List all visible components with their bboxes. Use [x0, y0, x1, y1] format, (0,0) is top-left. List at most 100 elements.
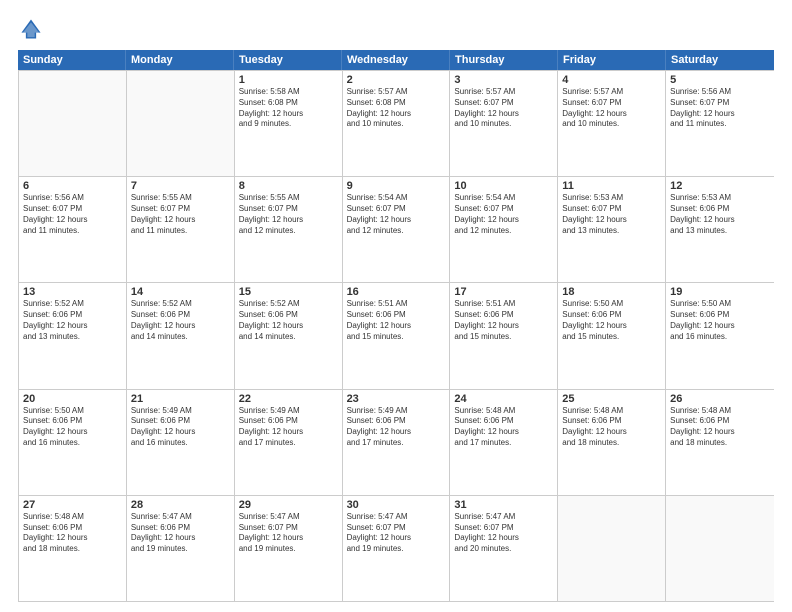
day-info: Sunrise: 5:52 AM Sunset: 6:06 PM Dayligh… — [23, 299, 122, 342]
day-number: 16 — [347, 286, 446, 298]
calendar-header: SundayMondayTuesdayWednesdayThursdayFrid… — [18, 50, 774, 70]
day-number: 7 — [131, 180, 230, 192]
calendar-cell: 22Sunrise: 5:49 AM Sunset: 6:06 PM Dayli… — [235, 390, 343, 495]
day-info: Sunrise: 5:58 AM Sunset: 6:08 PM Dayligh… — [239, 87, 338, 130]
day-info: Sunrise: 5:49 AM Sunset: 6:06 PM Dayligh… — [239, 406, 338, 449]
calendar-cell: 25Sunrise: 5:48 AM Sunset: 6:06 PM Dayli… — [558, 390, 666, 495]
calendar: SundayMondayTuesdayWednesdayThursdayFrid… — [18, 50, 774, 602]
calendar-cell: 9Sunrise: 5:54 AM Sunset: 6:07 PM Daylig… — [343, 177, 451, 282]
calendar-cell: 10Sunrise: 5:54 AM Sunset: 6:07 PM Dayli… — [450, 177, 558, 282]
day-number: 28 — [131, 499, 230, 511]
weekday-header-saturday: Saturday — [666, 50, 774, 70]
logo-text — [18, 18, 42, 40]
day-number: 10 — [454, 180, 553, 192]
day-number: 5 — [670, 74, 770, 86]
calendar-cell: 16Sunrise: 5:51 AM Sunset: 6:06 PM Dayli… — [343, 283, 451, 388]
day-info: Sunrise: 5:50 AM Sunset: 6:06 PM Dayligh… — [23, 406, 122, 449]
day-info: Sunrise: 5:47 AM Sunset: 6:07 PM Dayligh… — [454, 512, 553, 555]
calendar-cell: 8Sunrise: 5:55 AM Sunset: 6:07 PM Daylig… — [235, 177, 343, 282]
calendar-cell — [19, 71, 127, 176]
day-number: 11 — [562, 180, 661, 192]
calendar-row-3: 20Sunrise: 5:50 AM Sunset: 6:06 PM Dayli… — [19, 389, 774, 495]
calendar-cell: 29Sunrise: 5:47 AM Sunset: 6:07 PM Dayli… — [235, 496, 343, 601]
day-info: Sunrise: 5:54 AM Sunset: 6:07 PM Dayligh… — [454, 193, 553, 236]
calendar-cell: 3Sunrise: 5:57 AM Sunset: 6:07 PM Daylig… — [450, 71, 558, 176]
day-info: Sunrise: 5:47 AM Sunset: 6:07 PM Dayligh… — [347, 512, 446, 555]
calendar-cell: 30Sunrise: 5:47 AM Sunset: 6:07 PM Dayli… — [343, 496, 451, 601]
calendar-cell: 28Sunrise: 5:47 AM Sunset: 6:06 PM Dayli… — [127, 496, 235, 601]
day-info: Sunrise: 5:57 AM Sunset: 6:07 PM Dayligh… — [454, 87, 553, 130]
day-info: Sunrise: 5:50 AM Sunset: 6:06 PM Dayligh… — [670, 299, 770, 342]
day-number: 22 — [239, 393, 338, 405]
calendar-row-2: 13Sunrise: 5:52 AM Sunset: 6:06 PM Dayli… — [19, 282, 774, 388]
day-number: 8 — [239, 180, 338, 192]
day-number: 24 — [454, 393, 553, 405]
calendar-cell: 13Sunrise: 5:52 AM Sunset: 6:06 PM Dayli… — [19, 283, 127, 388]
calendar-cell: 23Sunrise: 5:49 AM Sunset: 6:06 PM Dayli… — [343, 390, 451, 495]
day-info: Sunrise: 5:56 AM Sunset: 6:07 PM Dayligh… — [670, 87, 770, 130]
calendar-cell: 11Sunrise: 5:53 AM Sunset: 6:07 PM Dayli… — [558, 177, 666, 282]
day-number: 14 — [131, 286, 230, 298]
day-info: Sunrise: 5:48 AM Sunset: 6:06 PM Dayligh… — [454, 406, 553, 449]
day-number: 4 — [562, 74, 661, 86]
day-info: Sunrise: 5:49 AM Sunset: 6:06 PM Dayligh… — [347, 406, 446, 449]
day-number: 19 — [670, 286, 770, 298]
weekday-header-thursday: Thursday — [450, 50, 558, 70]
day-info: Sunrise: 5:52 AM Sunset: 6:06 PM Dayligh… — [131, 299, 230, 342]
day-info: Sunrise: 5:48 AM Sunset: 6:06 PM Dayligh… — [23, 512, 122, 555]
calendar-cell: 14Sunrise: 5:52 AM Sunset: 6:06 PM Dayli… — [127, 283, 235, 388]
day-info: Sunrise: 5:51 AM Sunset: 6:06 PM Dayligh… — [347, 299, 446, 342]
day-info: Sunrise: 5:54 AM Sunset: 6:07 PM Dayligh… — [347, 193, 446, 236]
day-info: Sunrise: 5:56 AM Sunset: 6:07 PM Dayligh… — [23, 193, 122, 236]
calendar-cell — [127, 71, 235, 176]
weekday-header-friday: Friday — [558, 50, 666, 70]
calendar-cell: 26Sunrise: 5:48 AM Sunset: 6:06 PM Dayli… — [666, 390, 774, 495]
calendar-row-0: 1Sunrise: 5:58 AM Sunset: 6:08 PM Daylig… — [19, 70, 774, 176]
day-number: 3 — [454, 74, 553, 86]
day-info: Sunrise: 5:53 AM Sunset: 6:06 PM Dayligh… — [670, 193, 770, 236]
day-number: 26 — [670, 393, 770, 405]
calendar-cell: 18Sunrise: 5:50 AM Sunset: 6:06 PM Dayli… — [558, 283, 666, 388]
day-info: Sunrise: 5:48 AM Sunset: 6:06 PM Dayligh… — [670, 406, 770, 449]
day-info: Sunrise: 5:49 AM Sunset: 6:06 PM Dayligh… — [131, 406, 230, 449]
day-number: 23 — [347, 393, 446, 405]
calendar-cell: 6Sunrise: 5:56 AM Sunset: 6:07 PM Daylig… — [19, 177, 127, 282]
day-number: 9 — [347, 180, 446, 192]
day-number: 1 — [239, 74, 338, 86]
day-number: 30 — [347, 499, 446, 511]
day-info: Sunrise: 5:47 AM Sunset: 6:07 PM Dayligh… — [239, 512, 338, 555]
day-info: Sunrise: 5:52 AM Sunset: 6:06 PM Dayligh… — [239, 299, 338, 342]
day-number: 20 — [23, 393, 122, 405]
calendar-cell: 2Sunrise: 5:57 AM Sunset: 6:08 PM Daylig… — [343, 71, 451, 176]
calendar-cell: 4Sunrise: 5:57 AM Sunset: 6:07 PM Daylig… — [558, 71, 666, 176]
day-number: 18 — [562, 286, 661, 298]
day-number: 25 — [562, 393, 661, 405]
day-info: Sunrise: 5:55 AM Sunset: 6:07 PM Dayligh… — [131, 193, 230, 236]
calendar-cell — [666, 496, 774, 601]
day-info: Sunrise: 5:47 AM Sunset: 6:06 PM Dayligh… — [131, 512, 230, 555]
weekday-header-monday: Monday — [126, 50, 234, 70]
calendar-cell: 19Sunrise: 5:50 AM Sunset: 6:06 PM Dayli… — [666, 283, 774, 388]
day-number: 21 — [131, 393, 230, 405]
calendar-cell: 12Sunrise: 5:53 AM Sunset: 6:06 PM Dayli… — [666, 177, 774, 282]
calendar-body: 1Sunrise: 5:58 AM Sunset: 6:08 PM Daylig… — [18, 70, 774, 602]
day-info: Sunrise: 5:50 AM Sunset: 6:06 PM Dayligh… — [562, 299, 661, 342]
weekday-header-sunday: Sunday — [18, 50, 126, 70]
day-info: Sunrise: 5:55 AM Sunset: 6:07 PM Dayligh… — [239, 193, 338, 236]
calendar-row-1: 6Sunrise: 5:56 AM Sunset: 6:07 PM Daylig… — [19, 176, 774, 282]
calendar-cell: 21Sunrise: 5:49 AM Sunset: 6:06 PM Dayli… — [127, 390, 235, 495]
calendar-cell: 1Sunrise: 5:58 AM Sunset: 6:08 PM Daylig… — [235, 71, 343, 176]
calendar-cell: 7Sunrise: 5:55 AM Sunset: 6:07 PM Daylig… — [127, 177, 235, 282]
weekday-header-wednesday: Wednesday — [342, 50, 450, 70]
calendar-cell — [558, 496, 666, 601]
calendar-cell: 20Sunrise: 5:50 AM Sunset: 6:06 PM Dayli… — [19, 390, 127, 495]
day-number: 27 — [23, 499, 122, 511]
calendar-cell: 15Sunrise: 5:52 AM Sunset: 6:06 PM Dayli… — [235, 283, 343, 388]
day-info: Sunrise: 5:51 AM Sunset: 6:06 PM Dayligh… — [454, 299, 553, 342]
day-info: Sunrise: 5:57 AM Sunset: 6:08 PM Dayligh… — [347, 87, 446, 130]
day-number: 31 — [454, 499, 553, 511]
day-info: Sunrise: 5:57 AM Sunset: 6:07 PM Dayligh… — [562, 87, 661, 130]
calendar-cell: 24Sunrise: 5:48 AM Sunset: 6:06 PM Dayli… — [450, 390, 558, 495]
logo — [18, 18, 42, 40]
logo-icon — [20, 18, 42, 40]
